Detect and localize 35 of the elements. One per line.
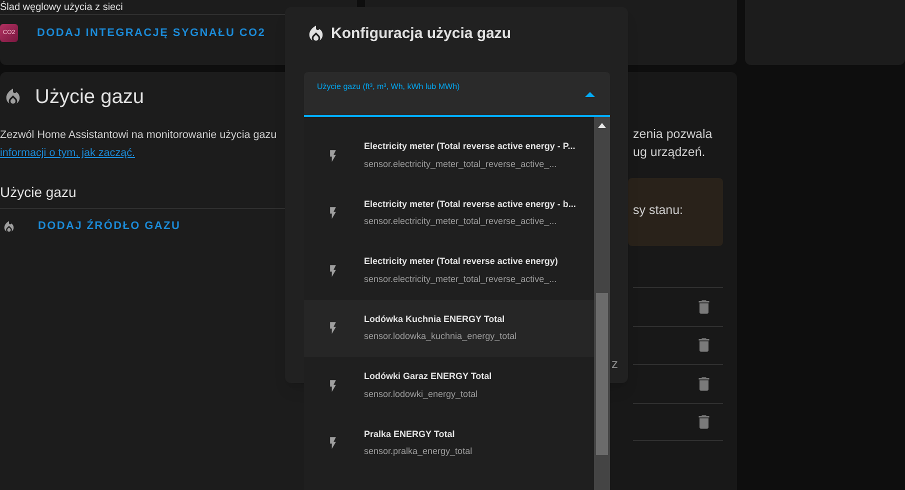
item-entity: sensor.pralka_energy_total xyxy=(364,445,472,458)
item-name: Pralka ENERGY Total xyxy=(364,428,456,441)
dropdown-item[interactable]: Lodówki Garaz ENERGY Total sensor.lodowki_energy_total xyxy=(304,357,594,414)
item-entity: sensor.electricity_meter_total_reverse_active_... xyxy=(364,215,558,228)
add-gas-source-button[interactable]: DODAJ ŹRÓDŁO GAZU xyxy=(38,218,181,235)
description-text: ug urządzeń. xyxy=(633,144,706,161)
dropdown-item[interactable]: Pralka ENERGY Total sensor.pralka_energy_total xyxy=(304,414,594,472)
description-text: zenia pozwala xyxy=(633,126,714,143)
section-label: Użycie gazu xyxy=(0,183,78,202)
dialog-title: Konfiguracja użycia gazu xyxy=(331,24,512,44)
item-name: Electricity meter (Total reverse active energy - P... xyxy=(364,140,576,154)
scroll-up-icon[interactable] xyxy=(598,123,606,128)
button-text[interactable]: z xyxy=(612,354,618,374)
card-title: Użycie gazu xyxy=(35,85,144,110)
scrollbar[interactable] xyxy=(594,117,610,490)
item-entity: sensor.lodowki_energy_total xyxy=(364,388,479,401)
item-name: Lodówka Kuchnia ENERGY Total xyxy=(364,312,506,326)
dropdown-item[interactable]: Electricity meter (Total reverse active energy - P... sensor.electricity_meter_total_reverse_active_... xyxy=(304,127,594,184)
card-title: Ślad węglowy użycia z sieci xyxy=(0,1,123,14)
flame-icon xyxy=(2,220,16,234)
add-integration-button[interactable]: DODAJ INTEGRACJĘ SYGNAŁU CO2 xyxy=(37,24,266,42)
item-entity: sensor.electricity_meter_total_reverse_active_... xyxy=(364,272,558,286)
help-link[interactable]: informacji o tym, jak zacząć. xyxy=(0,147,135,159)
dropdown-item[interactable]: Electricity meter (Total reverse active energy) sensor.electricity_meter_total_reverse_active_... xyxy=(304,242,594,300)
item-entity: sensor.lodowka_kuchnia_energy_total xyxy=(364,330,517,344)
warning-text: sy stanu: xyxy=(633,202,684,219)
dropdown-item[interactable]: Lodówka Kuchnia ENERGY Total sensor.lodowka_kuchnia_energy_total xyxy=(304,300,594,357)
dropdown-item[interactable]: Electricity meter (Total reverse active energy - b... sensor.electricity_meter_total_reverse_active_... xyxy=(304,184,594,242)
item-entity: sensor.electricity_meter_total_reverse_active_... xyxy=(364,158,558,171)
item-name: Electricity meter (Total reverse active energy - b... xyxy=(364,198,576,211)
item-name: Electricity meter (Total reverse active energy) xyxy=(364,255,558,268)
caret-up-icon xyxy=(585,92,595,97)
entity-select-field[interactable]: Użycie gazu (ft³, m³, Wh, kWh lub MWh) xyxy=(304,72,610,117)
item-name: Lodówki Garaz ENERGY Total xyxy=(364,370,492,384)
field-label: Użycie gazu (ft³, m³, Wh, kWh lub MWh) xyxy=(317,81,460,93)
